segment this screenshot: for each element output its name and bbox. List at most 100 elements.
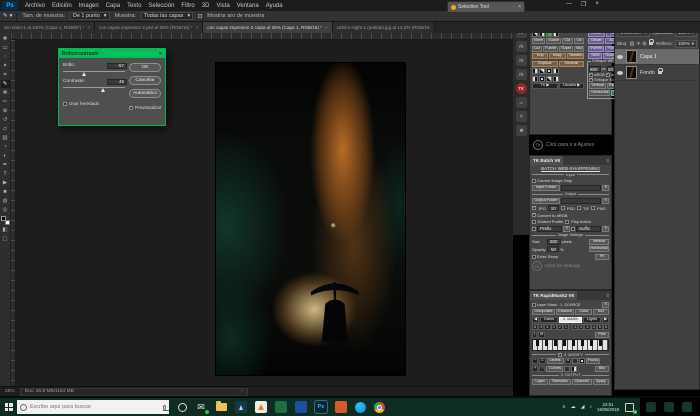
clear-input-button[interactable]: X <box>602 185 609 191</box>
output-folder-button[interactable]: Output Folder <box>532 198 560 204</box>
pen-tool[interactable]: ✒ <box>1 161 10 169</box>
menu-seleccion[interactable]: Selección <box>148 3 174 9</box>
clone-stamp-tool[interactable]: ⊕ <box>1 107 10 115</box>
layer-row-capa1[interactable]: Capa 1 <box>615 49 699 65</box>
menu-texto[interactable]: Texto <box>127 3 141 9</box>
mask-thumb-button[interactable] <box>546 76 552 82</box>
lock-all-icon[interactable] <box>649 42 653 45</box>
fill-select[interactable]: 100%▾ <box>675 40 697 48</box>
blend-mul-button[interactable]: Mul <box>574 46 584 52</box>
tool-preset[interactable]: ✎▾ <box>3 12 17 21</box>
generar-button[interactable]: Generar <box>559 61 585 67</box>
lights-6-key[interactable]: 6 <box>603 324 609 330</box>
volume-icon[interactable]: ♪ <box>590 404 593 410</box>
contrast-slider[interactable] <box>63 86 125 91</box>
mask-thumb-button[interactable] <box>553 68 559 74</box>
lights-button[interactable]: Lights <box>583 317 601 323</box>
clear-source-button[interactable]: X <box>602 302 609 308</box>
composite-button[interactable]: Composite <box>532 309 555 315</box>
history-brush-tool[interactable]: ↺ <box>1 116 10 124</box>
darks-arrow-button[interactable]: ◀ <box>532 317 539 323</box>
levels-x-button[interactable]: X <box>565 358 572 364</box>
suffix-field[interactable]: Suffix <box>576 226 601 232</box>
folder-panel-icon[interactable]: ▱ <box>516 97 527 108</box>
tray-tile-icon[interactable] <box>646 402 656 412</box>
clear-prefix-button[interactable]: X <box>563 226 570 232</box>
eraser-tool[interactable]: ▱ <box>1 125 10 133</box>
sample-select[interactable]: Todas las capas▾ <box>141 12 193 20</box>
psd-checkbox[interactable] <box>561 206 565 210</box>
blur-button[interactable]: Blur <box>595 366 609 372</box>
prefix-field[interactable]: Prefix <box>537 226 562 232</box>
lock-position-icon[interactable]: ✛ <box>636 41 640 47</box>
jpg-checkbox[interactable]: ✓ <box>532 206 536 210</box>
modify-checkbox[interactable]: ✓ <box>558 353 562 357</box>
tamano-button[interactable]: Tamaño <box>567 53 585 59</box>
menu-ayuda[interactable]: Ayuda <box>266 3 283 9</box>
gear-icon[interactable]: ✱ <box>516 125 527 136</box>
screen-mode-button[interactable]: ▢ <box>1 235 10 243</box>
foreground-color[interactable] <box>1 216 6 221</box>
menu-imagen[interactable]: Imagen <box>79 3 99 9</box>
i-key-button[interactable]: I <box>532 332 537 338</box>
dialog-title-bar[interactable]: Brillo/contraste × <box>59 49 165 58</box>
accion-checkbox[interactable]: ✓ <box>606 73 610 77</box>
sample-size-select[interactable]: De 1 punto▾ <box>70 12 110 20</box>
dodge-tool[interactable]: ◐ <box>1 152 10 160</box>
embed-profile-checkbox[interactable] <box>532 220 536 224</box>
tray-tile-icon[interactable] <box>682 402 692 412</box>
brightness-value-field[interactable]: -57 <box>107 63 127 69</box>
menu-edicion[interactable]: Edición <box>52 3 72 9</box>
crop-tool[interactable]: ⌗ <box>1 71 10 79</box>
menu-ventana[interactable]: Ventana <box>237 3 259 9</box>
tk-panel-icon[interactable]: Tk <box>516 55 527 66</box>
mask-invert-button[interactable] <box>579 358 585 364</box>
healing-tool[interactable]: ❋ <box>1 89 10 97</box>
word-icon[interactable] <box>295 401 307 413</box>
blur-tool[interactable]: ◔ <box>1 143 10 151</box>
quick-mask-button[interactable]: ◧ <box>1 226 10 234</box>
quick-select-tool[interactable]: ✦ <box>1 62 10 70</box>
restore-icon[interactable]: ▫ <box>513 4 515 10</box>
blend-normal-button[interactable]: Norm <box>532 38 545 44</box>
brightness-contrast-dialog[interactable]: Brillo/contraste × Brillo:-57 Contraste:… <box>58 48 166 126</box>
slider-thumb[interactable] <box>82 72 86 76</box>
restore-icon[interactable]: ❐ <box>581 1 586 8</box>
horizontal-button[interactable]: Horizontal <box>589 246 609 252</box>
photos-app-icon[interactable] <box>235 401 247 413</box>
zoom-level[interactable]: 25% <box>5 389 15 394</box>
extra-sharp-checkbox[interactable] <box>532 255 536 259</box>
channel-button[interactable]: Channel <box>556 309 575 315</box>
output-folder-field[interactable] <box>561 198 601 204</box>
duplicar-button[interactable]: Duplicar <box>532 61 558 67</box>
curves-button[interactable]: Curves <box>546 366 563 372</box>
lock-transparency-icon[interactable]: ▨ <box>629 41 634 47</box>
desat-button[interactable]: Desat <box>588 38 604 44</box>
close-icon[interactable]: × <box>518 4 521 10</box>
brush-tool[interactable]: ✏ <box>1 98 10 106</box>
tab-tk-rapidmask[interactable]: TK RapidMask2 V6 <box>530 291 577 300</box>
output-layer-button[interactable]: Layer <box>532 379 548 385</box>
marquee-tool[interactable]: ▭ <box>1 44 10 52</box>
eyedropper-tool-selected[interactable]: ✎ <box>1 80 10 88</box>
ok-button[interactable]: OK <box>129 63 161 72</box>
output-channel-button[interactable]: Channel <box>572 379 592 385</box>
dup-button[interactable]: Dup <box>532 53 548 59</box>
tray-expand-icon[interactable]: ∧ <box>562 404 566 410</box>
tab-tk-batch[interactable]: TK Batch V6 <box>530 156 563 165</box>
usuario-button[interactable]: Usuario ▶ <box>559 83 585 89</box>
menu-archivo[interactable]: Archivo <box>25 3 45 9</box>
gradient-tool[interactable]: ▨ <box>1 134 10 142</box>
png-checkbox[interactable] <box>591 206 595 210</box>
convert-argb-checkbox[interactable]: ✓ <box>532 213 536 217</box>
mask-view-button[interactable] <box>572 358 578 364</box>
clear-suffix-button[interactable]: X <box>602 226 609 232</box>
lock-artboard-icon[interactable]: ⊞ <box>642 41 646 47</box>
tk-red-panel-icon[interactable]: TK <box>516 83 527 94</box>
mail-icon[interactable]: ✉ <box>195 401 207 413</box>
cancel-button[interactable]: Cancelar <box>129 76 161 85</box>
doc-tab-2[interactable]: con capas impresion 2.psd al 25% (RGB/16… <box>95 22 203 33</box>
mask-keyboard[interactable] <box>532 339 609 351</box>
current-image-checkbox[interactable] <box>532 179 536 183</box>
preview-checkbox[interactable]: ✓ <box>129 106 133 110</box>
